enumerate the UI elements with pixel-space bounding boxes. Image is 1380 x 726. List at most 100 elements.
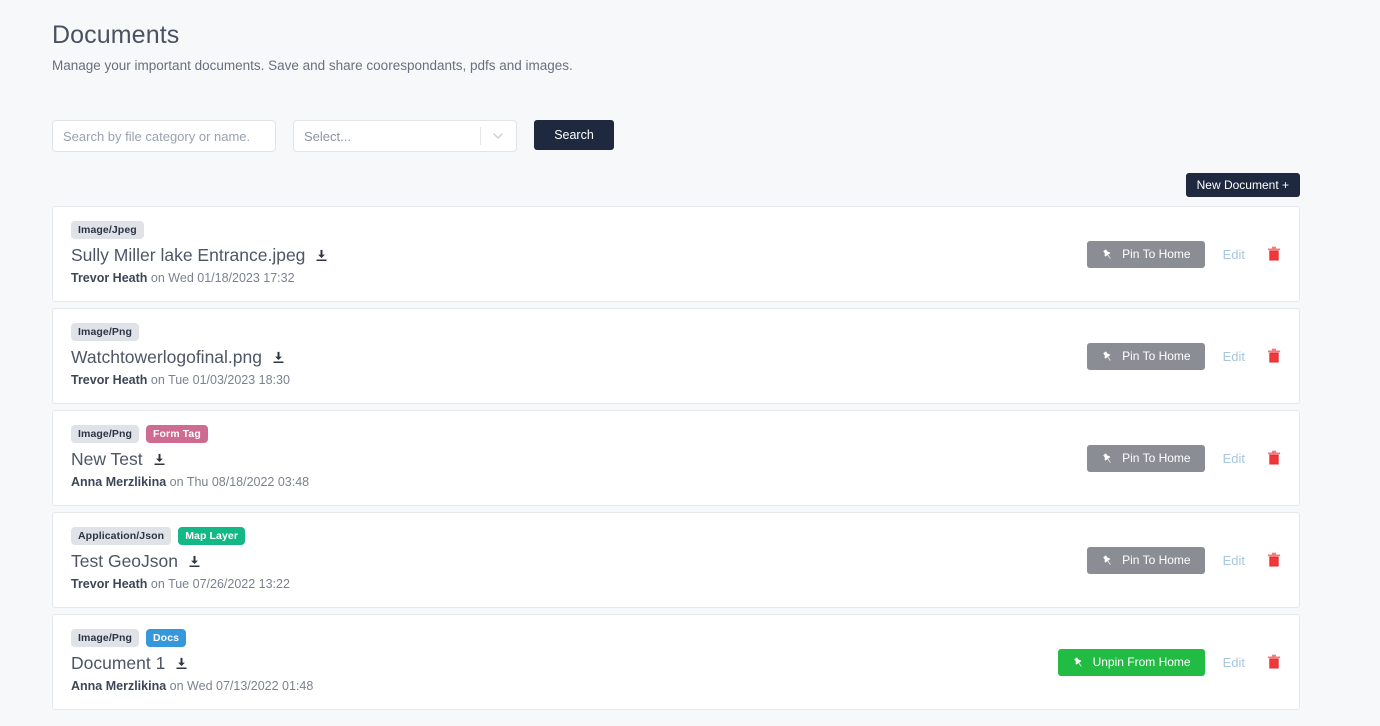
document-actions: Pin To Home Edit [1087,240,1281,268]
pin-button-label: Unpin From Home [1092,655,1191,669]
mime-type-tag: Image/Jpeg [71,221,144,239]
document-meta: Anna Merzlikina on Thu 08/18/2022 03:48 [71,474,1087,491]
document-name-row: Test GeoJson [71,550,1087,573]
trash-icon[interactable] [1267,450,1281,466]
download-icon[interactable] [271,350,286,365]
document-card: Image/Jpeg Sully Miller lake Entrance.jpe… [52,206,1300,302]
document-date: Tue 01/03/2023 18:30 [168,373,290,387]
document-actions: Pin To Home Edit [1087,342,1281,370]
document-author: Anna Merzlikina [71,475,167,489]
trash-icon[interactable] [1267,246,1281,262]
pushpin-icon [1101,248,1114,261]
document-author: Trevor Heath [71,271,148,285]
mime-type-tag: Image/Png [71,425,139,443]
document-tag: Docs [146,629,187,647]
pin-button-label: Pin To Home [1122,553,1191,567]
category-select-placeholder: Select... [304,128,351,144]
mime-type-tag: Image/Png [71,323,139,341]
document-tags: Image/Png [71,323,1087,341]
download-icon[interactable] [152,452,167,467]
document-date: Wed 07/13/2022 01:48 [187,679,314,693]
document-meta: Trevor Heath on Wed 01/18/2023 17:32 [71,270,1087,287]
document-info: Image/Png Docs Document 1 Anna Merzlikina o… [71,629,1058,695]
edit-link[interactable]: Edit [1223,655,1245,670]
document-info: Image/Png Watchtowerlogofinal.png Trevor H… [71,323,1087,389]
document-tags: Image/Jpeg [71,221,1087,239]
document-meta: Trevor Heath on Tue 01/03/2023 18:30 [71,372,1087,389]
pin-button-label: Pin To Home [1122,451,1191,465]
pushpin-icon [1072,656,1085,669]
document-info: Application/Json Map Layer Test GeoJson Tre… [71,527,1087,593]
unpin-from-home-button[interactable]: Unpin From Home [1057,648,1205,676]
mime-type-tag: Image/Png [71,629,139,647]
document-name-row: Sully Miller lake Entrance.jpeg [71,244,1087,267]
trash-icon[interactable] [1267,552,1281,568]
document-name-row: Document 1 [71,652,1058,675]
pin-button-label: Pin To Home [1122,247,1191,261]
document-name-row: New Test [71,448,1087,471]
document-author: Anna Merzlikina [71,679,167,693]
document-date: Wed 01/18/2023 17:32 [168,271,295,285]
document-date: Thu 08/18/2022 03:48 [186,475,310,489]
trash-icon[interactable] [1267,348,1281,364]
document-name-row: Watchtowerlogofinal.png [71,346,1087,369]
document-name: New Test [71,449,143,469]
page-title: Documents [52,21,180,49]
document-tag: Form Tag [146,425,208,443]
document-tag: Map Layer [178,527,246,545]
document-actions: Unpin From Home Edit [1057,648,1281,676]
document-date: Tue 07/26/2022 13:22 [168,577,290,591]
meta-on-label: on [150,577,165,591]
pushpin-icon [1101,554,1114,567]
pin-to-home-button[interactable]: Pin To Home [1087,342,1205,370]
search-input[interactable] [52,120,276,152]
edit-link[interactable]: Edit [1223,247,1245,262]
document-name: Watchtowerlogofinal.png [71,347,262,367]
select-divider [480,127,481,145]
download-icon[interactable] [174,656,189,671]
meta-on-label: on [150,271,165,285]
new-document-button[interactable]: New Document + [1185,173,1300,197]
filter-bar: Select... Search [52,120,1380,152]
pushpin-icon [1101,452,1114,465]
document-tags: Image/Png Docs [71,629,1058,647]
trash-icon[interactable] [1267,654,1281,670]
edit-link[interactable]: Edit [1223,451,1245,466]
pushpin-icon [1101,350,1114,363]
document-card: Application/Json Map Layer Test GeoJson Tre… [52,512,1300,608]
pin-button-label: Pin To Home [1122,349,1191,363]
page-subtitle: Manage your important documents. Save an… [52,58,573,73]
document-author: Trevor Heath [71,577,148,591]
pin-to-home-button[interactable]: Pin To Home [1087,546,1205,574]
document-meta: Trevor Heath on Tue 07/26/2022 13:22 [71,576,1087,593]
meta-on-label: on [150,373,165,387]
mime-type-tag: Application/Json [71,527,172,545]
new-document-row: New Document + [0,173,1300,197]
document-card: Image/Png Watchtowerlogofinal.png Trevor H… [52,308,1300,404]
category-select[interactable]: Select... [293,120,517,152]
pin-to-home-button[interactable]: Pin To Home [1087,240,1205,268]
document-info: Image/Jpeg Sully Miller lake Entrance.jpe… [71,221,1087,287]
download-icon[interactable] [314,248,329,263]
edit-link[interactable]: Edit [1223,553,1245,568]
document-actions: Pin To Home Edit [1087,444,1281,472]
document-name: Sully Miller lake Entrance.jpeg [71,245,306,265]
download-icon[interactable] [187,554,202,569]
page-header: Documents Manage your important document… [0,0,1380,75]
document-tags: Application/Json Map Layer [71,527,1087,545]
chevron-down-icon[interactable] [490,128,506,144]
search-button[interactable]: Search [534,120,614,150]
pin-to-home-button[interactable]: Pin To Home [1087,444,1205,472]
edit-link[interactable]: Edit [1223,349,1245,364]
document-card: Image/Png Form Tag New Test Anna Merzlikina… [52,410,1300,506]
document-info: Image/Png Form Tag New Test Anna Merzlikina… [71,425,1087,491]
document-name: Test GeoJson [71,551,178,571]
meta-on-label: on [169,679,184,693]
document-meta: Anna Merzlikina on Wed 07/13/2022 01:48 [71,678,1058,695]
documents-page: Documents Manage your important document… [0,0,1380,726]
document-name: Document 1 [71,653,166,673]
document-list: Image/Jpeg Sully Miller lake Entrance.jpe… [52,206,1300,710]
document-card: Image/Png Docs Document 1 Anna Merzlikina o… [52,614,1300,710]
meta-on-label: on [169,475,184,489]
document-tags: Image/Png Form Tag [71,425,1087,443]
